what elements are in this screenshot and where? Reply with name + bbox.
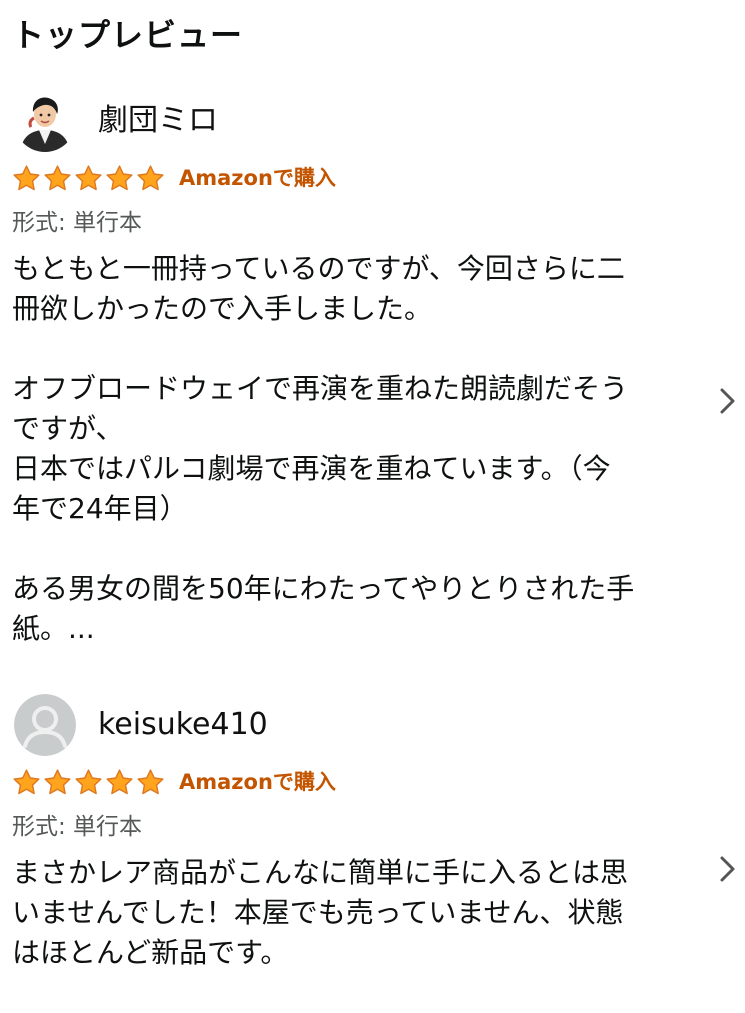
review-body[interactable]: もともと一冊持っているのですが、今回さらに二 冊欲しかったので入手しました。 オ… [12,249,682,649]
review-text-line: 年で24年目） [12,492,188,525]
reviewer-photo-avatar-image [14,90,76,152]
review-paragraph: まさかレア商品がこんなに簡単に手に入るとは思 いませんでした！本屋でも売っていま… [12,853,682,973]
review-text-line: いませんでした！本屋でも売っていません、状態 [12,896,624,929]
review-text-line: はほとんど新品です。 [12,936,289,969]
reviewer-name[interactable]: 劇団ミロ [98,101,218,141]
star-icon [44,768,71,794]
star-icon [13,768,40,794]
star-rating[interactable] [12,164,167,193]
default-user-avatar[interactable] [14,694,76,756]
rating-row: Amazonで購入 [12,162,336,194]
review-text-line: ですが、 [12,412,124,445]
review-paragraph: オフブロードウェイで再演を重ねた朗読劇だそう ですが、 日本ではパルコ劇場で再演… [12,369,682,529]
verified-purchase-badge: Amazonで購入 [179,770,336,794]
chevron-right-icon[interactable] [717,852,739,886]
reviewer-name[interactable]: keisuke410 [98,705,268,745]
star-icon [75,164,102,190]
review-item[interactable]: 劇団ミロ Amazonで購入 形式: 単行本 もともと一冊持っているのですが、今… [0,86,745,656]
reviewer-profile[interactable]: keisuke410 [14,690,268,760]
review-text-line: 紙。... [12,612,95,645]
verified-purchase-badge: Amazonで購入 [179,166,336,190]
review-text-line: まさかレア商品がこんなに簡単に手に入るとは思 [12,856,629,889]
rating-row: Amazonで購入 [12,766,336,798]
review-text-line: 冊欲しかったので入手しました。 [12,292,433,325]
default-user-avatar-image [14,694,76,756]
format-label: 形式: 単行本 [12,210,143,236]
star-icon [13,164,40,190]
star-icon [106,164,133,190]
star-icon [137,164,164,190]
review-text-line: もともと一冊持っているのですが、今回さらに二 [12,252,625,285]
review-text-line: 日本ではパルコ劇場で再演を重ねています。（今 [12,452,611,485]
review-text-line: ある男女の間を50年にわたってやりとりされた手 [12,572,635,605]
star-icon [137,768,164,794]
star-icon [75,768,102,794]
chevron-right-icon[interactable] [717,384,739,418]
reviewer-photo-avatar[interactable] [14,90,76,152]
review-paragraph: もともと一冊持っているのですが、今回さらに二 冊欲しかったので入手しました。 [12,249,682,329]
star-rating[interactable] [12,768,167,797]
review-body[interactable]: まさかレア商品がこんなに簡単に手に入るとは思 いませんでした！本屋でも売っていま… [12,853,682,973]
page-title: トップレビュー [12,16,244,54]
review-item[interactable]: keisuke410 Amazonで購入 形式: 単行本 まさかレア商品がこんな… [0,690,745,990]
review-paragraph: ある男女の間を50年にわたってやりとりされた手 紙。... [12,569,682,649]
reviewer-profile[interactable]: 劇団ミロ [14,86,218,156]
review-text-line: オフブロードウェイで再演を重ねた朗読劇だそう [12,372,629,405]
star-icon [106,768,133,794]
format-label: 形式: 単行本 [12,814,143,840]
star-icon [44,164,71,190]
